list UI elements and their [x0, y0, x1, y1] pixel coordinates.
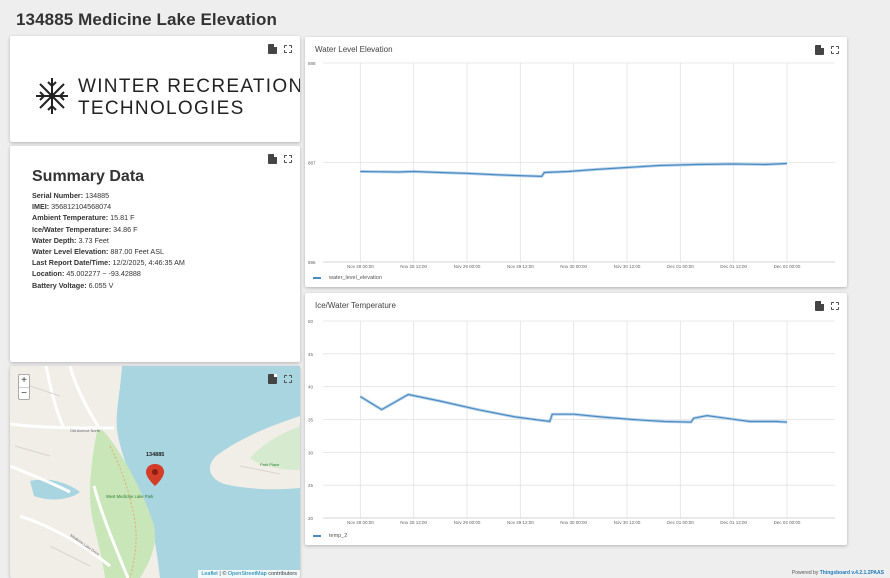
powered-by-footer: Powered by Thingsboard v.4.2.1.2PAAS: [791, 570, 884, 576]
export-icon[interactable]: [815, 45, 824, 55]
summary-list: Serial Number: 134885 IMEI: 356812104568…: [32, 190, 185, 291]
map-card[interactable]: 134885 Old Avenue North West Medicine La…: [10, 366, 300, 578]
map-tiles[interactable]: 134885 Old Avenue North West Medicine La…: [10, 366, 300, 578]
y-tick-label: 30: [308, 450, 314, 455]
map-place-label: Park Place: [260, 462, 280, 467]
company-logo: WINTER RECREATION TECHNOLOGIES: [32, 74, 300, 124]
map-attribution: Leaflet | © OpenStreetMap contributors: [198, 570, 300, 578]
summary-row-water-depth: Water Depth: 3.73 Feet: [32, 235, 109, 245]
summary-heading: Summary Data: [32, 168, 145, 185]
card-toolbar: [268, 44, 292, 54]
summary-row-battery: Battery Voltage: 6.055 V: [32, 280, 114, 290]
map-marker-label: 134885: [146, 452, 164, 458]
legend-label: water_level_elevation: [329, 275, 382, 281]
summary-row-ice-water-temp: Ice/Water Temperature: 34.86 F: [32, 224, 138, 234]
page-title: 134885 Medicine Lake Elevation: [16, 10, 277, 29]
x-tick-label: Nov 30 00:00: [560, 264, 587, 269]
summary-row-water-level: Water Level Elevation: 887.00 Feet ASL: [32, 247, 164, 257]
chart-legend[interactable]: water_level_elevation: [313, 275, 382, 281]
leaflet-link[interactable]: Leaflet: [201, 571, 218, 577]
summary-card: Summary Data Serial Number: 134885 IMEI:…: [10, 146, 300, 362]
osm-link[interactable]: OpenStreetMap: [228, 571, 267, 577]
fullscreen-icon[interactable]: [284, 155, 292, 163]
chart-legend[interactable]: temp_2: [313, 533, 347, 539]
y-tick-label: 45: [308, 352, 314, 357]
x-tick-label: Nov 30 12:00: [614, 520, 641, 525]
fullscreen-icon[interactable]: [831, 302, 839, 310]
x-tick-label: Nov 28 12:00: [400, 264, 427, 269]
x-tick-label: Nov 28 00:00: [347, 520, 374, 525]
map-place-label: Old Avenue North: [70, 429, 100, 433]
map-place-label: West Medicine Lake Park: [106, 494, 154, 499]
legend-swatch: [313, 277, 321, 279]
x-tick-label: Nov 30 12:00: [614, 264, 641, 269]
water-level-chart-card: Water Level Elevation 888 887 886 Nov 28 00…: [305, 37, 847, 287]
x-tick-label: Nov 29 00:00: [454, 264, 481, 269]
logo-text-line1: WINTER RECREATION: [78, 76, 300, 97]
y-tick-label: 25: [308, 483, 314, 488]
x-tick-label: Dec 01 00:00: [667, 264, 694, 269]
export-icon[interactable]: [268, 154, 277, 164]
fullscreen-icon[interactable]: [284, 375, 292, 383]
summary-row-location: Location: 45.002277 ~ -93.42888: [32, 269, 141, 279]
fullscreen-icon[interactable]: [284, 45, 292, 53]
x-tick-label: Dec 01 00:00: [667, 520, 694, 525]
summary-row-ambient-temp: Ambient Temperature: 15.81 F: [32, 213, 135, 223]
summary-row-serial: Serial Number: 134885: [32, 191, 110, 200]
x-tick-label: Nov 29 12:00: [507, 520, 534, 525]
logo-text-line2: TECHNOLOGIES: [78, 98, 245, 119]
x-tick-label: Nov 29 00:00: [454, 520, 481, 525]
ice-water-temp-chart: 50 45 40 35 30 25 20 Nov 28 00:00 Nov 28 12:00 No…: [308, 319, 835, 525]
card-toolbar: [268, 374, 292, 384]
summary-row-imei: IMEI: 356812104568074: [32, 202, 112, 212]
x-tick-label: Dec 01 12:00: [720, 264, 747, 269]
y-tick-label: 35: [308, 418, 314, 423]
card-toolbar: [268, 154, 292, 164]
y-tick-label: 888: [308, 61, 316, 66]
ice-water-temp-chart-card: Ice/Water Temperature 50 45 40 35 30 25 20 Nov …: [305, 293, 847, 545]
x-tick-label: Dec 02 00:00: [774, 520, 801, 525]
x-tick-label: Nov 28 12:00: [400, 520, 427, 525]
y-tick-label: 40: [308, 385, 314, 390]
x-tick-label: Dec 02 00:00: [774, 264, 801, 269]
summary-row-last-report: Last Report Date/Time: 12/2/2025, 4:46:3…: [32, 258, 185, 268]
zoom-in-button[interactable]: +: [19, 375, 29, 387]
water-level-chart: 888 887 886 Nov 28 00:00 Nov 28 12:00 Nov 29 …: [308, 61, 835, 269]
fullscreen-icon[interactable]: [831, 46, 839, 54]
zoom-out-button[interactable]: −: [19, 387, 29, 399]
export-icon[interactable]: [815, 301, 824, 311]
y-tick-label: 887: [308, 161, 316, 166]
card-toolbar: [815, 45, 839, 55]
map-zoom-control: + −: [18, 374, 30, 400]
y-tick-label: 886: [308, 260, 316, 265]
y-tick-label: 50: [308, 319, 314, 324]
snowflake-logo-icon: [36, 78, 68, 114]
export-icon[interactable]: [268, 374, 277, 384]
y-tick-label: 20: [308, 516, 314, 521]
logo-card: WINTER RECREATION TECHNOLOGIES: [10, 36, 300, 142]
thingsboard-link[interactable]: Thingsboard v.4.2.1.2PAAS: [820, 570, 884, 576]
x-tick-label: Nov 28 00:00: [347, 264, 374, 269]
export-icon[interactable]: [268, 44, 277, 54]
card-toolbar: [815, 301, 839, 311]
x-tick-label: Dec 01 12:00: [720, 520, 747, 525]
legend-label: temp_2: [329, 533, 348, 539]
x-tick-label: Nov 29 12:00: [507, 264, 534, 269]
legend-swatch: [313, 535, 321, 537]
x-tick-label: Nov 30 00:00: [560, 520, 587, 525]
